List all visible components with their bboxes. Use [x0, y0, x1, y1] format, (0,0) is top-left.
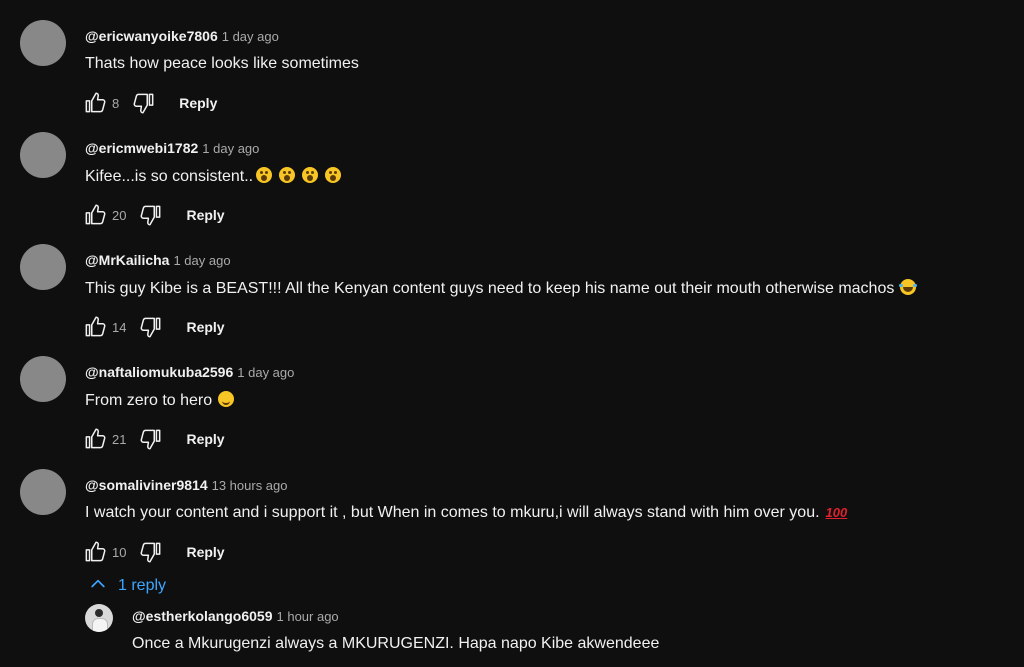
thumb-up-icon — [85, 92, 106, 113]
thumb-down-icon — [140, 542, 161, 563]
reply-text: Once a Mkurugenzi always a MKURUGENZI. H… — [132, 635, 660, 652]
face-with-tears-of-joy-icon — [899, 279, 918, 295]
avatar[interactable] — [20, 356, 66, 402]
comment-text-content: From zero to hero — [85, 392, 213, 409]
astonished-face-icon — [256, 167, 273, 183]
avatar[interactable] — [20, 244, 66, 290]
comment-actions: 10 Reply — [82, 539, 225, 565]
comment-actions: 8 Reply — [82, 90, 217, 116]
thumb-down-icon — [140, 429, 161, 450]
replies-toggle-button[interactable]: 1 reply — [88, 574, 166, 598]
astonished-face-icon — [279, 167, 296, 183]
reply-button[interactable]: Reply — [186, 431, 224, 447]
like-button[interactable] — [82, 314, 108, 340]
comment-author[interactable]: @ericwanyoike7806 — [85, 28, 218, 44]
comment-header: @ericmwebi1782 1 day ago — [85, 140, 259, 156]
thumb-down-icon — [140, 205, 161, 226]
like-button[interactable] — [82, 539, 108, 565]
reply-author[interactable]: @estherkolango6059 — [132, 608, 273, 624]
like-count: 8 — [112, 95, 120, 111]
like-button[interactable] — [82, 202, 108, 228]
dislike-button[interactable] — [138, 202, 164, 228]
hundred-points-icon: 100 — [825, 505, 848, 520]
dislike-button[interactable] — [138, 314, 164, 340]
thumb-up-icon — [85, 428, 106, 449]
replies-count-label: 1 reply — [118, 577, 167, 594]
dislike-button[interactable] — [138, 426, 164, 452]
reply-header: @estherkolango6059 1 hour ago — [132, 608, 339, 624]
comment-text: Kifee...is so consistent.. — [85, 167, 342, 186]
comment-header: @MrKailicha 1 day ago — [85, 252, 231, 268]
comment-text-content: Kifee...is so consistent.. — [85, 168, 254, 185]
comment-actions: 21 Reply — [82, 426, 225, 452]
comment-item: @naftaliomukuba2596 1 day ago From zero t… — [0, 356, 1024, 468]
comment-text-content: Thats how peace looks like sometimes — [85, 55, 359, 72]
comment-actions: 14 Reply — [82, 314, 225, 340]
astonished-face-icon — [302, 167, 319, 183]
comment-author[interactable]: @somaliviner9814 — [85, 477, 208, 493]
comment-item: @ericwanyoike7806 1 day ago Thats how pea… — [0, 20, 1024, 132]
reply-item: @estherkolango6059 1 hour ago Once a Mkur… — [0, 604, 1024, 664]
comment-item: @MrKailicha 1 day ago This guy Kibe is a … — [0, 244, 1024, 356]
thumb-down-icon — [140, 317, 161, 338]
comment-item: @ericmwebi1782 1 day ago Kifee...is so co… — [0, 132, 1024, 244]
chevron-up-icon — [91, 579, 105, 588]
comment-text-content: I watch your content and i support it , … — [85, 504, 820, 521]
reply-time[interactable]: 1 hour ago — [277, 609, 339, 624]
like-count: 21 — [112, 431, 127, 447]
like-button[interactable] — [82, 90, 108, 116]
comments-section: @ericwanyoike7806 1 day ago Thats how pea… — [0, 0, 1024, 667]
comment-header: @somaliviner9814 13 hours ago — [85, 477, 288, 493]
comment-time[interactable]: 1 day ago — [173, 253, 230, 268]
comment-author[interactable]: @naftaliomukuba2596 — [85, 364, 233, 380]
avatar[interactable] — [20, 132, 66, 178]
reply-button[interactable]: Reply — [179, 95, 217, 111]
thumb-up-icon — [85, 541, 106, 562]
thumb-up-icon — [85, 204, 106, 225]
comment-header: @naftaliomukuba2596 1 day ago — [85, 364, 294, 380]
comment-text-content: This guy Kibe is a BEAST!!! All the Keny… — [85, 280, 895, 297]
reply-button[interactable]: Reply — [186, 207, 224, 223]
smiling-face-icon — [218, 391, 235, 407]
thumb-up-icon — [85, 316, 106, 337]
astonished-face-icon — [325, 167, 342, 183]
like-button[interactable] — [82, 426, 108, 452]
avatar[interactable] — [20, 20, 66, 66]
comment-text: This guy Kibe is a BEAST!!! All the Keny… — [85, 279, 918, 298]
comment-time[interactable]: 1 day ago — [202, 141, 259, 156]
like-count: 20 — [112, 207, 127, 223]
comment-time[interactable]: 13 hours ago — [212, 478, 288, 493]
comment-text: Thats how peace looks like sometimes — [85, 55, 359, 73]
like-count: 10 — [112, 544, 127, 560]
like-count: 14 — [112, 319, 127, 335]
dislike-button[interactable] — [138, 539, 164, 565]
comment-header: @ericwanyoike7806 1 day ago — [85, 28, 279, 44]
dislike-button[interactable] — [131, 90, 157, 116]
comment-actions: 20 Reply — [82, 202, 225, 228]
comment-text: From zero to hero — [85, 391, 235, 410]
thumb-down-icon — [133, 93, 154, 114]
comment-item: @somaliviner9814 13 hours ago I watch you… — [0, 469, 1024, 581]
comment-time[interactable]: 1 day ago — [237, 365, 294, 380]
avatar[interactable] — [85, 604, 113, 632]
reply-button[interactable]: Reply — [186, 319, 224, 335]
comment-text: I watch your content and i support it , … — [85, 504, 848, 522]
avatar[interactable] — [20, 469, 66, 515]
comment-author[interactable]: @MrKailicha — [85, 252, 169, 268]
comment-author[interactable]: @ericmwebi1782 — [85, 140, 198, 156]
comment-time[interactable]: 1 day ago — [222, 29, 279, 44]
reply-button[interactable]: Reply — [186, 544, 224, 560]
